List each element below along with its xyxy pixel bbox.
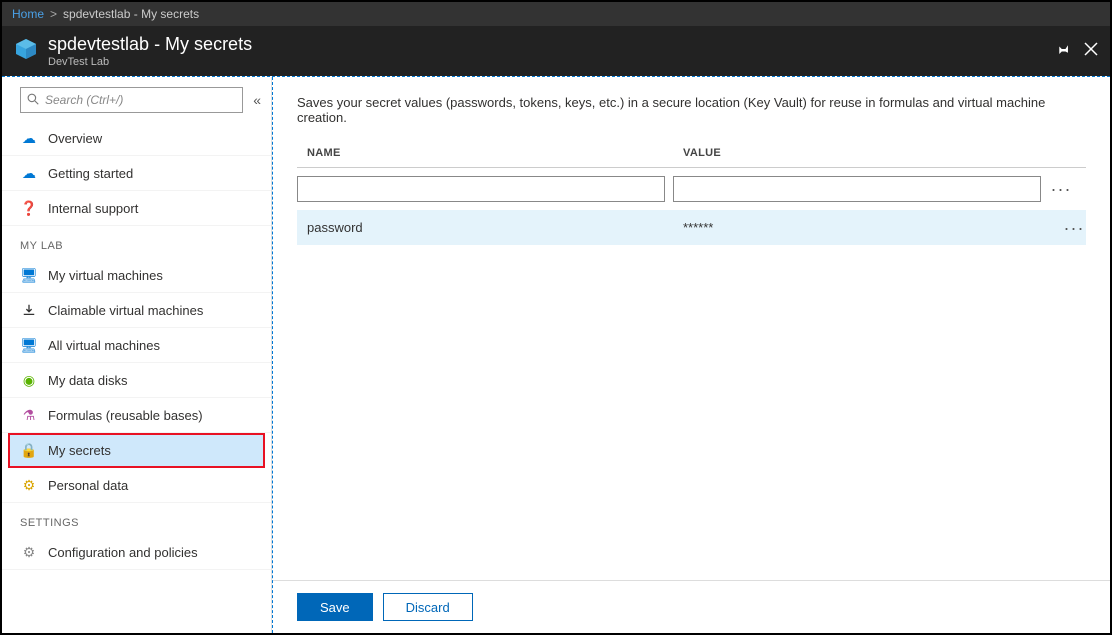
- breadcrumb-current: spdevtestlab - My secrets: [63, 7, 199, 21]
- sidebar-item-my-vms[interactable]: 🖥 My virtual machines: [2, 258, 271, 293]
- pin-icon[interactable]: [1056, 42, 1070, 61]
- sidebar-section-mylab: MY LAB: [2, 226, 271, 258]
- table-row[interactable]: password ****** ···: [297, 210, 1086, 245]
- sidebar-item-label: Formulas (reusable bases): [48, 408, 203, 423]
- monitor-icon: 🖥: [20, 337, 38, 353]
- sidebar-item-label: All virtual machines: [48, 338, 160, 353]
- gear-icon: ⚙: [20, 544, 38, 560]
- download-icon: [20, 302, 38, 318]
- sidebar-item-overview[interactable]: ☁ Overview: [2, 121, 271, 156]
- search-input[interactable]: Search (Ctrl+/): [20, 87, 243, 113]
- row-more-icon[interactable]: ···: [1062, 223, 1086, 233]
- column-header-name: NAME: [297, 147, 673, 159]
- sidebar-item-claimable-vms[interactable]: Claimable virtual machines: [2, 293, 271, 328]
- sidebar-item-label: Internal support: [48, 201, 138, 216]
- flask-icon: ⚗: [20, 407, 38, 423]
- resource-icon: [14, 37, 38, 66]
- secret-name-input[interactable]: [297, 176, 665, 202]
- main-panel: Saves your secret values (passwords, tok…: [272, 77, 1110, 633]
- new-secret-row: ···: [297, 176, 1086, 202]
- secret-value-input[interactable]: [673, 176, 1041, 202]
- sidebar-item-label: Claimable virtual machines: [48, 303, 203, 318]
- close-icon[interactable]: [1084, 42, 1098, 61]
- collapse-sidebar-icon[interactable]: «: [253, 92, 261, 108]
- disk-icon: ◉: [20, 372, 38, 388]
- sidebar-item-all-vms[interactable]: 🖥 All virtual machines: [2, 328, 271, 363]
- cloud-icon: ☁: [20, 130, 38, 146]
- blade-subtitle: DevTest Lab: [48, 56, 252, 68]
- table-header: NAME VALUE: [297, 147, 1086, 168]
- sidebar-item-label: My data disks: [48, 373, 127, 388]
- sidebar-item-label: My secrets: [48, 443, 111, 458]
- vm-icon: 🖥: [20, 267, 38, 283]
- sidebar-item-my-secrets[interactable]: 🔒 My secrets: [8, 433, 265, 468]
- blade-header: spdevtestlab - My secrets DevTest Lab: [2, 26, 1110, 76]
- sidebar-item-label: Getting started: [48, 166, 133, 181]
- sidebar-item-config-policies[interactable]: ⚙ Configuration and policies: [2, 535, 271, 570]
- secret-row-value: ******: [673, 220, 1062, 235]
- sidebar-item-label: Configuration and policies: [48, 545, 198, 560]
- gear-icon: ⚙: [20, 477, 38, 493]
- breadcrumb-separator: >: [50, 7, 57, 21]
- sidebar-item-label: My virtual machines: [48, 268, 163, 283]
- sidebar-item-label: Personal data: [48, 478, 128, 493]
- save-button[interactable]: Save: [297, 593, 373, 621]
- blade-title: spdevtestlab - My secrets: [48, 34, 252, 55]
- breadcrumb-home[interactable]: Home: [12, 7, 44, 21]
- sidebar-item-getting-started[interactable]: ☁ Getting started: [2, 156, 271, 191]
- column-header-value: VALUE: [673, 147, 1056, 159]
- sidebar-item-label: Overview: [48, 131, 102, 146]
- panel-description: Saves your secret values (passwords, tok…: [297, 95, 1086, 125]
- breadcrumb: Home > spdevtestlab - My secrets: [2, 2, 1110, 26]
- row-more-icon[interactable]: ···: [1049, 184, 1073, 194]
- sidebar-item-data-disks[interactable]: ◉ My data disks: [2, 363, 271, 398]
- support-icon: ❓: [20, 200, 38, 216]
- rocket-icon: ☁: [20, 165, 38, 181]
- search-icon: [27, 93, 39, 108]
- sidebar-item-personal-data[interactable]: ⚙ Personal data: [2, 468, 271, 503]
- action-bar: Save Discard: [273, 580, 1110, 633]
- sidebar-item-formulas[interactable]: ⚗ Formulas (reusable bases): [2, 398, 271, 433]
- secrets-icon: 🔒: [20, 442, 38, 458]
- sidebar-section-settings: SETTINGS: [2, 503, 271, 535]
- secret-row-name: password: [297, 220, 673, 235]
- search-placeholder: Search (Ctrl+/): [45, 93, 123, 107]
- sidebar: Search (Ctrl+/) « ☁ Overview ☁ Getting s…: [2, 77, 272, 633]
- sidebar-item-internal-support[interactable]: ❓ Internal support: [2, 191, 271, 226]
- discard-button[interactable]: Discard: [383, 593, 473, 621]
